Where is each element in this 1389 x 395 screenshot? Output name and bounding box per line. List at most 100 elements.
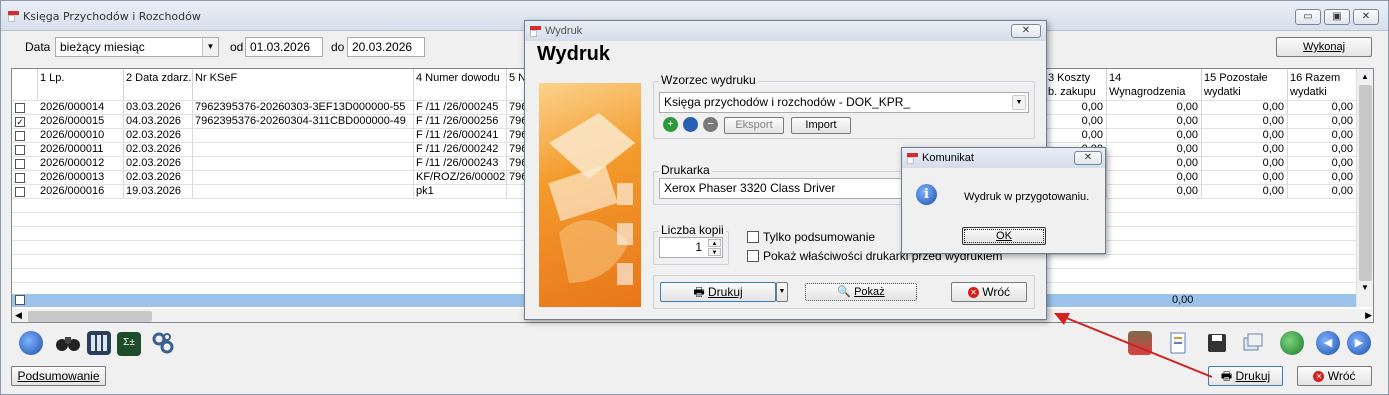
header-costs[interactable]: 3 Koszty b. zakupu (1046, 69, 1107, 100)
cell-c15[interactable]: 0,00 (1202, 171, 1288, 185)
header-date[interactable]: 2 Data zdarz. (124, 69, 193, 100)
add-icon[interactable]: + (663, 117, 678, 132)
summary-button[interactable]: Podsumowanie (11, 366, 106, 386)
print-options-dropdown[interactable]: ▼ (776, 282, 788, 302)
maximize-button[interactable]: ▣ (1324, 9, 1350, 25)
print-dialog-titlebar[interactable]: Wydruk ✕ (525, 21, 1046, 41)
cell-doc[interactable]: F /11 /26/000242 (414, 143, 507, 157)
row-checkbox[interactable] (15, 173, 25, 183)
vertical-scrollbar[interactable]: ▲ ▼ (1356, 69, 1373, 307)
header-lp[interactable]: 1 Lp. (38, 69, 124, 100)
summary-checkbox[interactable] (15, 295, 25, 305)
show-props-checkbox[interactable] (747, 250, 759, 262)
chevron-down-icon[interactable]: ▼ (202, 38, 218, 56)
row-checkbox[interactable] (15, 103, 25, 113)
cell-lp[interactable]: 2026/000016 (38, 185, 124, 199)
columns-icon[interactable] (87, 331, 111, 355)
search-icon[interactable] (683, 117, 698, 132)
cell-doc[interactable]: F /11 /26/000245 (414, 101, 507, 115)
cell-c15[interactable]: 0,00 (1202, 129, 1288, 143)
cell-c13[interactable]: 0,00 (1046, 101, 1107, 115)
scroll-left-icon[interactable]: ◀ (15, 310, 22, 321)
next-icon[interactable]: ▶ (1347, 331, 1371, 355)
scroll-down-icon[interactable]: ▼ (1361, 283, 1369, 292)
preview-button[interactable]: 🔍 Pokaż (805, 283, 917, 301)
sum-icon[interactable]: Σ± (117, 332, 141, 356)
cell-c16[interactable]: 0,00 (1288, 157, 1357, 171)
ok-button[interactable]: OK (962, 227, 1046, 245)
import-button[interactable]: Import (791, 117, 851, 134)
cell-ksef[interactable] (193, 185, 414, 199)
settings-icon[interactable] (151, 331, 175, 355)
close-button[interactable]: ✕ (1353, 9, 1379, 25)
cell-c14[interactable]: 0,00 (1107, 157, 1202, 171)
scroll-up-icon[interactable]: ▲ (1361, 72, 1369, 81)
cell-c16[interactable]: 0,00 (1288, 185, 1357, 199)
cell-date[interactable]: 02.03.2026 (124, 129, 193, 143)
cell-c15[interactable]: 0,00 (1202, 101, 1288, 115)
header-other[interactable]: 15 Pozostałe wydatki (1202, 69, 1288, 100)
cell-c14[interactable]: 0,00 (1107, 129, 1202, 143)
cell-lp[interactable]: 2026/000010 (38, 129, 124, 143)
cell-c16[interactable]: 0,00 (1288, 143, 1357, 157)
back-button[interactable]: ✕ Wróć (1297, 366, 1372, 386)
previous-icon[interactable]: ◀ (1316, 331, 1340, 355)
cell-c15[interactable]: 0,00 (1202, 157, 1288, 171)
vertical-scroll-thumb[interactable] (1359, 85, 1372, 281)
cell-ksef[interactable] (193, 171, 414, 185)
cell-c16[interactable]: 0,00 (1288, 115, 1357, 129)
cell-doc[interactable]: KF/ROZ/26/00002 (414, 171, 507, 185)
cell-ksef[interactable]: 7962395376-20260303-3EF13D000000-55 (193, 101, 414, 115)
export-button[interactable]: Eksport (724, 117, 784, 134)
cell-lp[interactable]: 2026/000011 (38, 143, 124, 157)
cell-date[interactable]: 03.03.2026 (124, 101, 193, 115)
from-date-field[interactable]: 01.03.2026 (245, 37, 323, 57)
horizontal-scroll-thumb[interactable] (28, 311, 152, 322)
cell-c13[interactable]: 0,00 (1046, 115, 1107, 129)
header-total[interactable]: 16 Razem wydatki (1288, 69, 1357, 100)
cell-doc[interactable]: F /11 /26/000256 (414, 115, 507, 129)
cell-c15[interactable]: 0,00 (1202, 143, 1288, 157)
header-ksef[interactable]: Nr KSeF (193, 69, 414, 100)
binoculars-icon[interactable] (55, 333, 81, 353)
decrement-icon[interactable]: ▼ (708, 248, 721, 256)
cell-date[interactable]: 02.03.2026 (124, 171, 193, 185)
period-select[interactable]: bieżący miesiąc ▼ (55, 37, 219, 57)
cell-lp[interactable]: 2026/000012 (38, 157, 124, 171)
refresh-icon[interactable] (1280, 331, 1304, 355)
cell-c14[interactable]: 0,00 (1107, 143, 1202, 157)
cell-doc[interactable]: F /11 /26/000243 (414, 157, 507, 171)
remove-icon[interactable]: − (703, 117, 718, 132)
message-close-button[interactable]: ✕ (1074, 151, 1102, 165)
zoom-icon[interactable] (19, 331, 43, 355)
cell-c15[interactable]: 0,00 (1202, 185, 1288, 199)
cell-c14[interactable]: 0,00 (1107, 185, 1202, 199)
cell-c15[interactable]: 0,00 (1202, 115, 1288, 129)
cell-doc[interactable]: pk1 (414, 185, 507, 199)
to-date-field[interactable]: 20.03.2026 (347, 37, 425, 57)
row-checkbox[interactable] (15, 159, 25, 169)
cell-lp[interactable]: 2026/000013 (38, 171, 124, 185)
execute-button[interactable]: Wykonaj (1276, 37, 1372, 57)
cell-ksef[interactable] (193, 143, 414, 157)
cell-c14[interactable]: 0,00 (1107, 115, 1202, 129)
row-checkbox[interactable] (15, 145, 25, 155)
cell-ksef[interactable] (193, 129, 414, 143)
dialog-print-button[interactable]: 🖶 Drukuj (660, 282, 776, 302)
cell-date[interactable]: 04.03.2026 (124, 115, 193, 129)
cell-ksef[interactable] (193, 157, 414, 171)
copy-window-icon[interactable] (1241, 331, 1265, 355)
cell-c16[interactable]: 0,00 (1288, 171, 1357, 185)
header-doc[interactable]: 4 Numer dowodu (414, 69, 507, 100)
cell-date[interactable]: 19.03.2026 (124, 185, 193, 199)
increment-icon[interactable]: ▲ (708, 239, 721, 247)
dialog-close-button[interactable]: ✕ (1011, 24, 1041, 38)
cell-ksef[interactable]: 7962395376-20260304-311CBD000000-49 (193, 115, 414, 129)
cell-c14[interactable]: 0,00 (1107, 171, 1202, 185)
row-checkbox[interactable] (15, 131, 25, 141)
row-checkbox[interactable] (15, 187, 25, 197)
minimize-button[interactable]: ▭ (1295, 9, 1321, 25)
cell-date[interactable]: 02.03.2026 (124, 143, 193, 157)
chevron-down-icon[interactable]: ▼ (1012, 95, 1026, 110)
cell-c14[interactable]: 0,00 (1107, 101, 1202, 115)
